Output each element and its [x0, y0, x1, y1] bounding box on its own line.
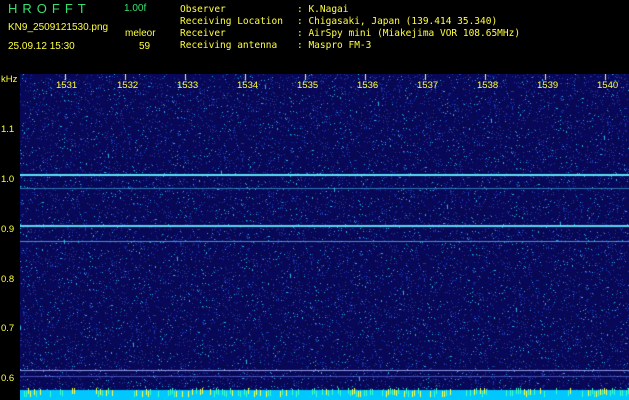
- y-tick-label: 0.7: [1, 323, 15, 334]
- y-tick-label: 1.1: [1, 124, 15, 135]
- observer-value: : K.Nagai: [297, 4, 349, 15]
- x-tick-label: 1532: [117, 80, 139, 91]
- x-tick-label: 1538: [477, 80, 499, 91]
- observer-key: Observer: [180, 4, 226, 15]
- meleor-count: 59: [139, 41, 151, 52]
- version-label: 1.00f: [124, 3, 147, 14]
- x-tick-label: 1533: [177, 80, 199, 91]
- y-tick-label: 0.9: [1, 224, 15, 235]
- x-tick-label: 1537: [417, 80, 439, 91]
- location-value: : Chigasaki, Japan (139.414 35.340): [297, 16, 498, 27]
- datetime-label: 25.09.12 15:30: [8, 41, 75, 52]
- y-tick-label: 1.0: [1, 174, 15, 185]
- y-axis-unit: kHz: [1, 74, 18, 85]
- antenna-key: Receiving antenna: [180, 40, 278, 51]
- receiver-key: Receiver: [180, 28, 226, 39]
- y-tick-label: 0.6: [1, 373, 15, 384]
- x-tick-label: 1540: [597, 80, 619, 91]
- x-tick-label: 1534: [237, 80, 259, 91]
- receiver-value: : AirSpy mini (Miakejima VOR 108.65MHz): [297, 28, 521, 39]
- x-tick-label: 1536: [357, 80, 379, 91]
- y-tick-label: 0.8: [1, 274, 15, 285]
- x-tick-label: 1531: [56, 80, 78, 91]
- antenna-value: : Maspro FM-3: [297, 40, 372, 51]
- app-title: HROFFT: [8, 1, 91, 16]
- x-tick-label: 1535: [297, 80, 319, 91]
- waterfall-spectrogram[interactable]: [20, 74, 629, 400]
- header-panel: HROFFT 1.00f KN9_2509121530.png 25.09.12…: [0, 0, 629, 74]
- meleor-label: meleor: [125, 28, 156, 39]
- x-tick-label: 1539: [537, 80, 559, 91]
- location-key: Receiving Location: [180, 16, 283, 27]
- filename-label: KN9_2509121530.png: [8, 22, 109, 33]
